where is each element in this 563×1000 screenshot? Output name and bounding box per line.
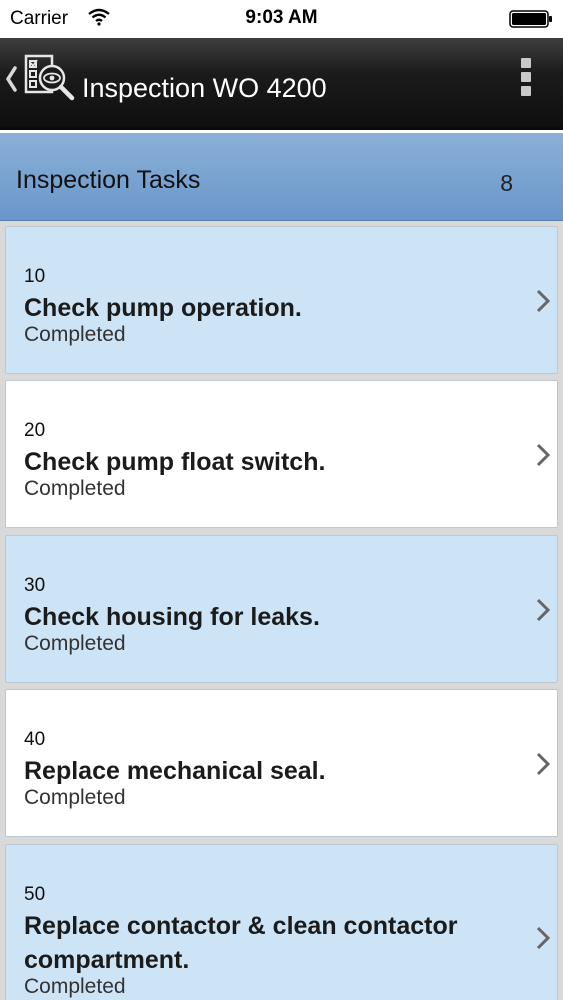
task-status: Completed bbox=[24, 477, 126, 500]
chevron-right-icon bbox=[536, 443, 551, 467]
task-sequence: 50 bbox=[24, 884, 46, 905]
task-list: 10 Check pump operation. Completed 20 Ch… bbox=[0, 221, 563, 1000]
list-item[interactable]: 20 Check pump float switch. Completed bbox=[5, 380, 558, 528]
list-item[interactable]: 30 Check housing for leaks. Completed bbox=[5, 535, 558, 683]
more-dot bbox=[521, 86, 531, 96]
list-item[interactable]: 50 Replace contactor & clean contactor c… bbox=[5, 844, 558, 1000]
section-count: 8 bbox=[500, 170, 513, 196]
more-dot bbox=[521, 72, 531, 82]
task-status: Completed bbox=[24, 632, 126, 655]
task-description: Check housing for leaks. bbox=[24, 603, 320, 631]
task-sequence: 30 bbox=[24, 575, 46, 596]
more-vert-icon[interactable] bbox=[519, 58, 533, 102]
section-title: Inspection Tasks bbox=[16, 166, 201, 194]
task-sequence: 10 bbox=[24, 266, 46, 287]
task-description: Replace contactor & clean contactor comp… bbox=[24, 912, 458, 974]
task-sequence: 40 bbox=[24, 729, 46, 750]
task-status: Completed bbox=[24, 323, 126, 346]
task-description: Check pump operation. bbox=[24, 294, 302, 322]
list-item[interactable]: 40 Replace mechanical seal. Completed bbox=[5, 689, 558, 837]
app-header: Inspection WO 4200 bbox=[0, 38, 563, 130]
task-status: Completed bbox=[24, 975, 126, 998]
list-item[interactable]: 10 Check pump operation. Completed bbox=[5, 226, 558, 374]
back-chevron-icon[interactable] bbox=[3, 64, 19, 94]
status-bar: Carrier 9:03 AM bbox=[0, 0, 563, 38]
task-status: Completed bbox=[24, 786, 126, 809]
section-header: Inspection Tasks 8 bbox=[0, 133, 563, 221]
chevron-right-icon bbox=[536, 926, 551, 950]
task-description: Replace mechanical seal. bbox=[24, 757, 326, 785]
status-time: 9:03 AM bbox=[245, 7, 318, 28]
task-description: Check pump float switch. bbox=[24, 448, 326, 476]
task-sequence: 20 bbox=[24, 420, 46, 441]
chevron-right-icon bbox=[536, 752, 551, 776]
battery-icon bbox=[509, 10, 552, 28]
chevron-right-icon bbox=[536, 289, 551, 313]
inspection-icon[interactable] bbox=[22, 50, 78, 106]
page-title: Inspection WO 4200 bbox=[82, 73, 327, 103]
more-dot bbox=[521, 58, 531, 68]
chevron-right-icon bbox=[536, 598, 551, 622]
